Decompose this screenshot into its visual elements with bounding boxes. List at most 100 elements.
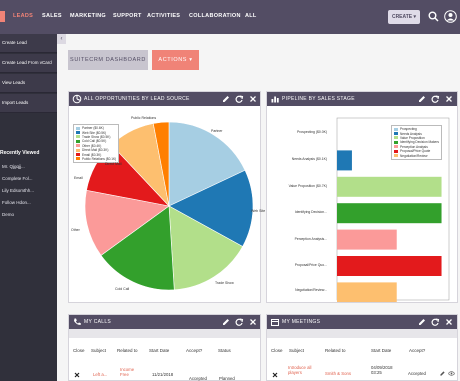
nav-marketing[interactable]: MARKETING: [70, 13, 106, 19]
recent-item[interactable]: Demo: [2, 212, 14, 217]
nav-sales[interactable]: SALES: [42, 13, 62, 19]
column-header[interactable]: Status: [218, 348, 231, 353]
dashlet-header: ALL OPPORTUNITIES BY LEAD SOURCE: [69, 92, 260, 106]
dashlet-header: PIPELINE BY SALES STAGE: [267, 92, 457, 106]
calendar-icon: [271, 319, 279, 326]
column-header[interactable]: Close: [73, 348, 85, 353]
sidebar-collapse-button[interactable]: ‹: [57, 34, 66, 44]
bar-category-label: Negotiation/Review...: [295, 288, 327, 292]
view-meeting-icon[interactable]: [448, 370, 455, 377]
bar-category-label: Value Proposition ($0.7K): [288, 184, 327, 188]
pie-label: Email: [74, 176, 83, 180]
edit-icon[interactable]: [417, 94, 427, 104]
pie-label: Cold Call: [115, 287, 130, 291]
column-header[interactable]: Subject: [91, 348, 106, 353]
pie-label: Public Relations: [131, 116, 157, 120]
refresh-icon[interactable]: [234, 94, 244, 104]
call-related-link[interactable]: Income Free: [120, 367, 142, 377]
pipeline-dashlet: PIPELINE BY SALES STAGE Prospecting ($0.…: [266, 91, 458, 303]
nav-all[interactable]: ALL: [245, 13, 257, 19]
column-header[interactable]: Start Date: [149, 348, 169, 353]
edit-icon[interactable]: [417, 317, 427, 327]
dashlet-title: MY MEETINGS: [282, 319, 321, 325]
recent-item[interactable]: Complete Fol...: [2, 176, 33, 181]
bar-category-label: Needs Analysis ($0.1K): [291, 157, 327, 161]
close-icon[interactable]: [248, 317, 258, 327]
bar[interactable]: [337, 203, 442, 224]
column-header[interactable]: Close: [271, 348, 283, 353]
sidebar-action-create-lead[interactable]: Create Lead: [0, 34, 57, 53]
dashlet-header: MY MEETINGS: [267, 315, 457, 329]
pagination-bar: [69, 329, 260, 338]
edit-meeting-icon[interactable]: [439, 370, 446, 377]
column-header[interactable]: Related to: [117, 348, 138, 353]
bar[interactable]: [337, 150, 352, 171]
phone-icon: [74, 318, 81, 325]
sidebar-action-import-leads[interactable]: Import Leads: [0, 94, 57, 113]
refresh-icon[interactable]: [234, 317, 244, 327]
close-meeting-icon[interactable]: [272, 372, 278, 378]
search-icon[interactable]: [428, 11, 439, 22]
opportunities-dashlet: ALL OPPORTUNITIES BY LEAD SOURCE Partner…: [68, 91, 265, 303]
sidebar: Create Lead Create Lead From vCard View …: [0, 34, 57, 381]
logo-icon[interactable]: [0, 11, 5, 22]
dashlet-header: MY CALLS: [69, 315, 260, 329]
call-status: Planned: [219, 376, 235, 381]
dashlet-title: ALL OPPORTUNITIES BY LEAD SOURCE: [84, 96, 190, 102]
chart-icon: [271, 96, 279, 103]
bar-category-label: Prospecting ($0.0K): [297, 130, 327, 134]
top-navigation: LEADS SALES MARKETING SUPPORT ACTIVITIES…: [0, 0, 460, 34]
user-avatar-icon[interactable]: [444, 10, 457, 23]
my-meetings-dashlet: MY MEETINGS Close Subject Related to Sta…: [266, 314, 458, 381]
close-icon[interactable]: [444, 317, 454, 327]
nav-activities[interactable]: ACTIVITIES: [147, 13, 180, 19]
meeting-accept-status: Accepted: [408, 371, 426, 376]
bar[interactable]: [337, 256, 442, 276]
recent-item[interactable]: Lily Edsomthh...: [2, 188, 34, 193]
bar-category-label: Proposal/Price Quo...: [294, 263, 327, 267]
sidebar-action-create-from-vcard[interactable]: Create Lead From vCard: [0, 54, 57, 73]
pagination-bar: [267, 329, 457, 338]
pie-label: Other: [71, 228, 80, 232]
close-call-icon[interactable]: [74, 372, 80, 378]
pie-label: Trade Show: [215, 281, 234, 285]
refresh-icon[interactable]: [430, 94, 440, 104]
sidebar-action-view-leads[interactable]: View Leads: [0, 74, 57, 93]
column-header[interactable]: Accept?: [409, 348, 425, 353]
my-calls-dashlet: MY CALLS Close Subject Related to Start …: [68, 314, 261, 381]
call-subject-link[interactable]: Left a...: [93, 372, 107, 377]
meeting-subject-link[interactable]: Introduce all players: [288, 365, 318, 375]
recent-item[interactable]: Follow Hdon...: [2, 200, 31, 205]
tab-suitecrm-dashboard[interactable]: SUITECRM DASHBOARD: [68, 50, 148, 70]
recently-viewed-heading: Recently Viewed: [0, 150, 40, 156]
column-header[interactable]: Start Date: [371, 348, 391, 353]
pie-legend: Partner ($0.6K) Web Site ($0.5K) Trade S…: [73, 124, 120, 164]
dashlet-title: MY CALLS: [84, 319, 112, 325]
create-button[interactable]: CREATE ▾: [388, 10, 420, 24]
pie-label: Direct Mail: [105, 162, 122, 166]
column-header[interactable]: Accept?: [186, 348, 202, 353]
column-header[interactable]: Subject: [289, 348, 304, 353]
recent-item[interactable]: Mr. Qjgqjj...: [2, 164, 25, 169]
bar-category-label: Perception Analysis...: [294, 237, 327, 241]
column-header[interactable]: Related to: [325, 348, 346, 353]
nav-collaboration[interactable]: COLLABORATION: [189, 13, 241, 19]
chart-icon: [72, 94, 82, 104]
meeting-related-link[interactable]: Smith & Sons: [325, 371, 351, 376]
close-icon[interactable]: [248, 94, 258, 104]
nav-leads[interactable]: LEADS: [13, 13, 33, 19]
bar[interactable]: [337, 176, 442, 197]
close-icon[interactable]: [444, 94, 454, 104]
edit-icon[interactable]: [221, 317, 231, 327]
call-accept-status: Accepted: [189, 376, 207, 381]
bar[interactable]: [337, 229, 397, 250]
legend-item: Public Relations ($0.1K): [76, 157, 116, 161]
edit-icon[interactable]: [221, 94, 231, 104]
refresh-icon[interactable]: [430, 317, 440, 327]
bar[interactable]: [337, 282, 397, 302]
pie-label: Web Site: [251, 209, 266, 213]
tab-actions[interactable]: ACTIONS ▾: [152, 50, 199, 70]
nav-support[interactable]: SUPPORT: [113, 13, 142, 19]
legend-item: Negotiation/Review: [394, 153, 439, 158]
bar-legend: Prospecting Needs Analysis Value Proposi…: [391, 125, 442, 160]
